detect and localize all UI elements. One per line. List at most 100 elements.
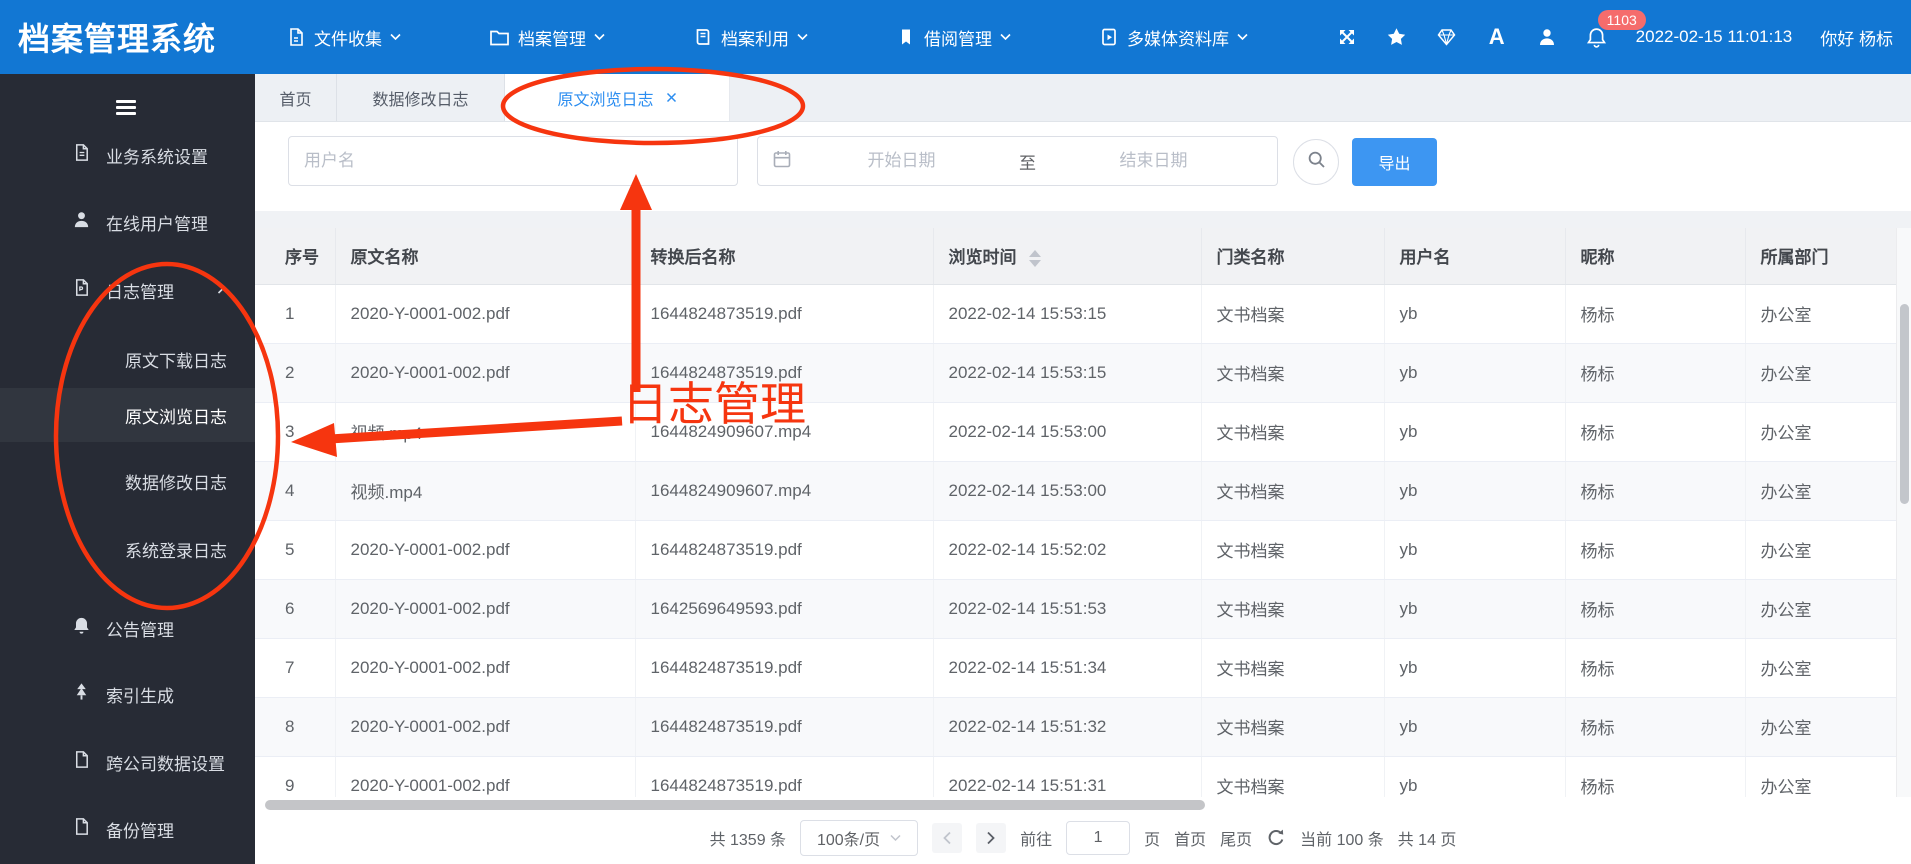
cell-seq: 3 (255, 402, 336, 462)
export-button[interactable]: 导出 (1352, 138, 1437, 186)
sidebar-item-log-manage[interactable]: 日志管理 (0, 265, 255, 315)
sidebar-item-index-generate[interactable]: 索引生成 (0, 669, 255, 719)
cell-converted-name: 1644824873519.pdf (635, 697, 934, 757)
cell-category: 文书档案 (1201, 402, 1385, 462)
refresh-icon[interactable] (1266, 828, 1286, 848)
page-unit-label: 页 (1144, 832, 1161, 849)
tab-home[interactable]: 首页 (255, 74, 337, 121)
search-button[interactable] (1293, 139, 1339, 185)
cell-original-name: 2020-Y-0001-002.pdf (335, 638, 636, 698)
nav-item-archive-manage[interactable]: 档案管理 (489, 25, 605, 50)
pagination-bar: 共 1359 条 100条/页 前往 页 首页 尾页 当前 100 条 共 14… (255, 815, 1911, 861)
tab-original-view-log[interactable]: 原文浏览日志 (505, 74, 730, 121)
cell-converted-name: 1644824909607.mp4 (635, 402, 934, 462)
table-row: 5 2020-Y-0001-002.pdf 1644824873519.pdf … (255, 520, 1896, 580)
start-date-input[interactable] (792, 150, 1011, 172)
next-page-button[interactable] (976, 823, 1007, 853)
nav-item-archive-use[interactable]: 档案利用 (693, 25, 808, 50)
cell-original-name: 2020-Y-0001-002.pdf (335, 520, 636, 580)
tab-bar: 首页 数据修改日志 原文浏览日志 (255, 74, 1911, 122)
sidebar-item-business-settings[interactable]: 业务系统设置 (0, 130, 255, 180)
cell-converted-name: 1644824909607.mp4 (635, 461, 934, 521)
top-navigation: 文件收集 档案管理 档案利用 借阅管理 多媒体资料库 (286, 25, 1248, 50)
table-row: 6 2020-Y-0001-002.pdf 1642569649593.pdf … (255, 579, 1896, 639)
page-number-input[interactable] (1066, 821, 1131, 855)
end-date-input[interactable] (1044, 150, 1263, 172)
log-file-icon (72, 278, 91, 302)
column-header-original-name: 原文名称 (335, 228, 636, 285)
table-row: 8 2020-Y-0001-002.pdf 1644824873519.pdf … (255, 697, 1896, 757)
bell-filled-icon (72, 616, 91, 640)
last-page-link[interactable]: 尾页 (1220, 826, 1252, 850)
column-header-view-time[interactable]: 浏览时间 (933, 228, 1202, 285)
vertical-scrollbar[interactable] (1896, 228, 1911, 797)
cell-username: yb (1384, 756, 1566, 797)
date-range-picker[interactable]: 至 (757, 136, 1278, 186)
nav-item-media-library[interactable]: 多媒体资料库 (1099, 25, 1248, 50)
cell-view-time: 2022-02-14 15:51:34 (933, 638, 1202, 698)
media-doc-icon (1099, 27, 1119, 47)
sidebar-item-cross-company-data[interactable]: 跨公司数据设置 (0, 737, 255, 787)
tree-icon (72, 682, 91, 706)
cell-department: 办公室 (1745, 579, 1896, 639)
nav-item-file-collect[interactable]: 文件收集 (286, 25, 401, 50)
cell-original-name: 2020-Y-0001-002.pdf (335, 343, 636, 403)
cell-seq: 2 (255, 343, 336, 403)
cell-original-name: 视频.mp4 (335, 461, 636, 521)
font-size-icon[interactable]: A (1486, 26, 1508, 48)
sort-carets-icon[interactable] (1029, 250, 1042, 268)
cell-department: 办公室 (1745, 520, 1896, 580)
cell-category: 文书档案 (1201, 638, 1385, 698)
column-header-converted-name: 转换后名称 (635, 228, 934, 285)
fullscreen-icon[interactable] (1336, 26, 1358, 48)
cell-original-name: 视频.mp4 (335, 402, 636, 462)
nav-item-borrow-manage[interactable]: 借阅管理 (896, 25, 1011, 50)
page-size-select[interactable]: 100条/页 (800, 820, 919, 856)
header-greeting: 你好 杨标 (1820, 29, 1893, 49)
prev-page-button[interactable] (932, 823, 963, 853)
cell-nickname: 杨标 (1565, 520, 1746, 580)
cell-seq: 5 (255, 520, 336, 580)
table-row: 4 视频.mp4 1644824909607.mp4 2022-02-14 15… (255, 461, 1896, 521)
current-count: 当前 100 条 (1300, 832, 1384, 849)
cell-username: yb (1384, 284, 1566, 344)
user-icon[interactable] (1536, 26, 1558, 48)
table-row: 2 2020-Y-0001-002.pdf 1644824873519.pdf … (255, 343, 1896, 403)
cell-category: 文书档案 (1201, 461, 1385, 521)
document-settings-icon (72, 143, 91, 167)
bookmark-icon (896, 27, 916, 47)
cell-department: 办公室 (1745, 343, 1896, 403)
column-header-seq: 序号 (255, 228, 336, 285)
cell-nickname: 杨标 (1565, 697, 1746, 757)
cell-converted-name: 1644824873519.pdf (635, 343, 934, 403)
app-logo: 档案管理系统 (18, 21, 217, 57)
cell-view-time: 2022-02-14 15:53:00 (933, 461, 1202, 521)
sidebar-item-online-users[interactable]: 在线用户管理 (0, 197, 255, 247)
filter-toolbar: 至 导出 (255, 122, 1911, 211)
sidebar-item-data-modify-log[interactable]: 数据修改日志 (0, 454, 255, 508)
chevron-down-icon (797, 33, 808, 41)
close-icon[interactable] (666, 92, 677, 103)
sidebar-item-announcement[interactable]: 公告管理 (0, 603, 255, 653)
sidebar-item-system-login-log[interactable]: 系统登录日志 (0, 522, 255, 576)
vertical-scrollbar-thumb[interactable] (1900, 304, 1909, 504)
username-input[interactable] (288, 136, 738, 186)
sidebar-item-original-download-log[interactable]: 原文下载日志 (0, 332, 255, 386)
chevron-down-icon (1237, 33, 1248, 41)
cell-category: 文书档案 (1201, 697, 1385, 757)
sidebar-item-original-view-log[interactable]: 原文浏览日志 (0, 388, 255, 442)
first-page-link[interactable]: 首页 (1174, 826, 1206, 850)
cell-username: yb (1384, 461, 1566, 521)
star-icon[interactable] (1386, 26, 1408, 48)
menu-collapse-icon[interactable] (116, 100, 136, 118)
table-body: 1 2020-Y-0001-002.pdf 1644824873519.pdf … (255, 284, 1896, 797)
cell-nickname: 杨标 (1565, 756, 1746, 797)
cell-username: yb (1384, 520, 1566, 580)
sidebar-item-backup-manage[interactable]: 备份管理 (0, 804, 255, 854)
cell-view-time: 2022-02-14 15:51:31 (933, 756, 1202, 797)
tab-data-modify-log[interactable]: 数据修改日志 (337, 74, 505, 121)
horizontal-scrollbar-thumb[interactable] (265, 800, 1205, 810)
gem-icon[interactable] (1436, 26, 1458, 48)
date-separator: 至 (1019, 153, 1036, 173)
bell-icon[interactable]: 1103 (1586, 10, 1646, 48)
